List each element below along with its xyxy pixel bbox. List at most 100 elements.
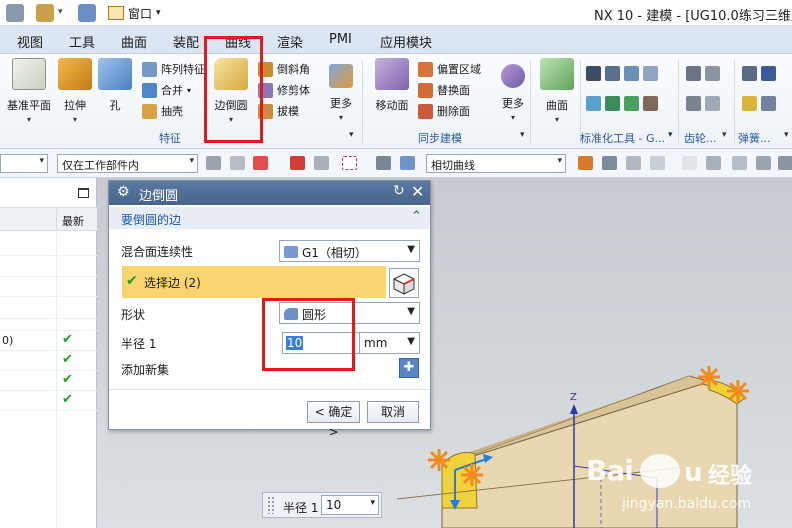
datum-plane-button[interactable]: 基准平面 ▾ <box>4 58 54 124</box>
curve-tool-icon[interactable] <box>732 156 747 170</box>
gear-tool-icon[interactable] <box>686 95 701 111</box>
gear-icon[interactable]: ⚙ <box>117 184 130 200</box>
move-face-button[interactable]: 移动面 <box>367 58 417 113</box>
add-new-set-button[interactable]: ✚ <box>399 358 419 378</box>
standard-tools-caret-icon[interactable]: ▾ <box>668 130 673 140</box>
radius-unit-select[interactable]: mm ▼ <box>359 332 420 354</box>
dropdown-icon: ▾ <box>72 115 77 124</box>
filter-icon[interactable] <box>206 156 221 170</box>
surface-button[interactable]: 曲面 ▾ <box>532 58 582 124</box>
spring-tools-row-2 <box>742 94 776 112</box>
select-edge-button[interactable] <box>389 268 419 298</box>
window-menu[interactable]: 窗口 ▾ <box>108 4 161 22</box>
dialog-title-bar[interactable]: ⚙ 边倒圆 ↻ ✕ <box>109 181 430 205</box>
delete-face-button[interactable]: 删除面 <box>418 102 470 120</box>
chevron-down-icon: ▼ <box>407 306 415 317</box>
curve-tool-icon[interactable] <box>682 156 697 170</box>
replace-face-icon <box>418 82 433 98</box>
shell-button[interactable]: 抽壳 <box>142 102 183 120</box>
feature-group-caret-icon[interactable]: ▾ <box>349 130 354 140</box>
undo-icon[interactable] <box>36 4 54 22</box>
curve-tool-icon[interactable] <box>650 156 665 170</box>
tool-icon[interactable] <box>605 65 620 81</box>
offset-region-button[interactable]: 偏置区域 <box>418 60 481 78</box>
snap-point-icon[interactable] <box>314 156 329 170</box>
snap-point-icon[interactable] <box>253 156 268 170</box>
edge-marker-icon <box>428 449 450 471</box>
gear-tool-icon[interactable] <box>686 65 701 81</box>
tool-icon[interactable] <box>586 65 601 81</box>
gear-group-caret-icon[interactable]: ▾ <box>722 130 727 140</box>
tab-render[interactable]: 渲染 <box>277 32 303 51</box>
type-filter-combo[interactable]: ▾ <box>0 154 48 173</box>
curve-tool-icon[interactable] <box>626 156 641 170</box>
radius-onscreen-field[interactable]: 10 ▾ <box>321 495 379 515</box>
chevron-down-icon: ▼ <box>407 244 415 255</box>
curve-tool-icon[interactable] <box>756 156 771 170</box>
tool-icon[interactable] <box>643 65 658 81</box>
curve-rule-combo[interactable]: 相切曲线 ▾ <box>426 154 566 173</box>
tree-node-label[interactable]: 0) <box>2 334 13 347</box>
curve-tool-icon[interactable] <box>778 156 792 170</box>
edges-to-blend-section[interactable]: 要倒圆的边 ⌃ <box>109 207 430 229</box>
tab-tools[interactable]: 工具 <box>69 32 95 51</box>
combine-button[interactable]: 合并 ▾ <box>142 81 191 99</box>
box-select-icon[interactable] <box>342 156 357 170</box>
chamfer-button[interactable]: 倒斜角 <box>258 60 310 78</box>
spring-group-caret-icon[interactable]: ▾ <box>784 130 789 140</box>
spring-tool-icon[interactable] <box>742 65 757 81</box>
select-icon[interactable] <box>376 156 391 170</box>
divider <box>0 296 97 297</box>
tool-icon[interactable] <box>643 95 658 111</box>
undo-dropdown-icon[interactable]: ▾ <box>58 7 63 17</box>
hole-button[interactable]: 孔 <box>90 58 140 113</box>
maximize-icon[interactable] <box>78 188 89 198</box>
group-divider <box>362 60 363 144</box>
divider <box>0 318 97 319</box>
pattern-feature-button[interactable]: 阵列特征 <box>142 60 205 78</box>
tool-icon[interactable] <box>586 95 601 111</box>
tool-icon[interactable] <box>624 65 639 81</box>
cancel-button[interactable]: 取消 <box>367 401 419 423</box>
trim-body-button[interactable]: 修剪体 <box>258 81 310 99</box>
reset-icon[interactable]: ↻ <box>393 183 405 199</box>
delete-face-icon <box>418 103 433 119</box>
gear-tool-icon[interactable] <box>705 95 720 111</box>
spring-tool-icon[interactable] <box>761 95 776 111</box>
gear-group-label: 齿轮... <box>684 132 717 145</box>
tab-pmi[interactable]: PMI <box>329 32 352 47</box>
snap-point-icon[interactable] <box>290 156 305 170</box>
filter-icon[interactable] <box>230 156 245 170</box>
pattern-feature-label: 阵列特征 <box>161 63 205 76</box>
curve-tool-icon[interactable] <box>602 156 617 170</box>
repeat-command-icon[interactable] <box>78 4 96 22</box>
tab-surface[interactable]: 曲面 <box>121 32 147 51</box>
curve-tool-icon[interactable] <box>706 156 721 170</box>
close-icon[interactable]: ✕ <box>411 182 424 201</box>
latest-column-header[interactable]: 最新 <box>62 213 84 229</box>
gear-tool-icon[interactable] <box>705 65 720 81</box>
tab-application[interactable]: 应用模块 <box>380 32 432 51</box>
curve-tool-icon[interactable] <box>578 156 593 170</box>
draft-button[interactable]: 拔模 <box>258 102 299 120</box>
tab-assembly[interactable]: 装配 <box>173 32 199 51</box>
tab-view[interactable]: 视图 <box>17 32 43 51</box>
save-icon[interactable] <box>6 4 24 22</box>
select-edge-row[interactable]: ✔ 选择边 (2) <box>122 266 386 298</box>
drag-grip-icon[interactable] <box>267 496 275 514</box>
datum-plane-icon <box>12 58 46 90</box>
app-title: NX 10 - 建模 - [UG10.0练习三维建模 <box>594 9 792 24</box>
spring-tool-icon[interactable] <box>761 65 776 81</box>
body-select-icon[interactable] <box>400 156 415 170</box>
more-features-button[interactable]: 更多 ▾ <box>316 58 366 122</box>
tool-icon[interactable] <box>624 95 639 111</box>
chevron-up-icon[interactable]: ⌃ <box>411 209 422 224</box>
dropdown-icon: ▾ <box>26 115 31 124</box>
ok-button[interactable]: < 确定 > <box>307 401 360 439</box>
selection-scope-combo[interactable]: 仅在工作部件内 ▾ <box>57 154 198 173</box>
tool-icon[interactable] <box>605 95 620 111</box>
replace-face-button[interactable]: 替换面 <box>418 81 470 99</box>
sync-group-caret-icon[interactable]: ▾ <box>520 130 525 140</box>
continuity-select[interactable]: G1（相切） ▼ <box>279 240 420 262</box>
spring-tool-icon[interactable] <box>742 95 757 111</box>
